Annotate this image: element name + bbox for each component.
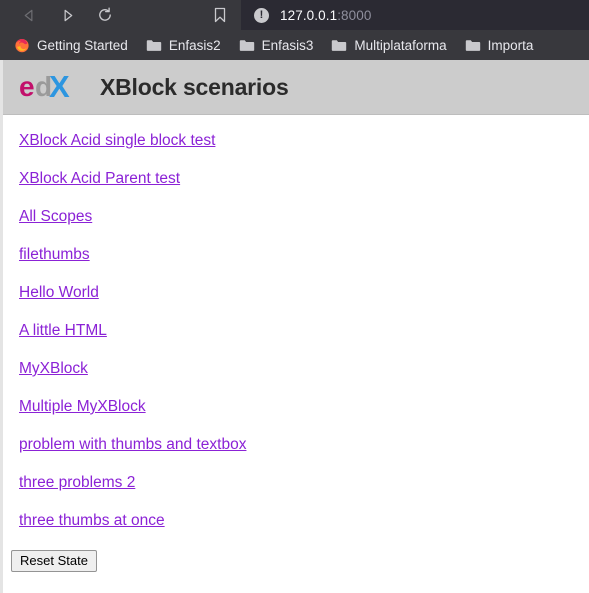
scenario-link[interactable]: A little HTML bbox=[19, 322, 107, 340]
url-host: 127.0.0.1 bbox=[280, 7, 338, 23]
insecure-warning-icon[interactable]: ! bbox=[254, 7, 269, 23]
scenario-link[interactable]: problem with thumbs and textbox bbox=[19, 436, 246, 454]
bookmark-label: Enfasis3 bbox=[261, 37, 314, 53]
scenario-link[interactable]: three thumbs at once bbox=[19, 512, 165, 530]
url-bar[interactable]: ! 127.0.0.1:8000 bbox=[241, 0, 589, 30]
scenario-link[interactable]: filethumbs bbox=[19, 246, 90, 264]
bookmarks-toolbar: Getting Started Enfasis2 Enfasis3 Multip… bbox=[0, 30, 589, 60]
reload-icon bbox=[99, 7, 111, 21]
page-title: XBlock scenarios bbox=[100, 73, 289, 100]
scenario-link[interactable]: three problems 2 bbox=[19, 474, 135, 492]
bookmark-getting-started[interactable]: Getting Started bbox=[14, 37, 128, 53]
bookmark-label: Getting Started bbox=[37, 37, 128, 53]
folder-icon bbox=[332, 39, 347, 51]
browser-chrome: ! 127.0.0.1:8000 Getting Started Enfasis… bbox=[0, 0, 589, 60]
reset-state-container: Reset State bbox=[11, 550, 97, 572]
bookmark-importa[interactable]: Importa bbox=[465, 37, 534, 53]
url-port: :8000 bbox=[337, 7, 372, 23]
folder-icon bbox=[239, 39, 254, 51]
insecure-warning-glyph: ! bbox=[259, 8, 264, 21]
scenario-link[interactable]: XBlock Acid single block test bbox=[19, 132, 215, 150]
reload-button[interactable] bbox=[88, 1, 122, 29]
edx-logo: e d X bbox=[20, 71, 70, 103]
scenario-link[interactable]: Multiple MyXBlock bbox=[19, 398, 146, 416]
url-text: 127.0.0.1:8000 bbox=[280, 8, 372, 23]
page-content: e d X XBlock scenarios XBlock Acid singl… bbox=[0, 60, 589, 593]
bookmark-label: Importa bbox=[487, 37, 534, 53]
scenario-list: XBlock Acid single block test XBlock Aci… bbox=[3, 115, 589, 530]
page-header: e d X XBlock scenarios bbox=[3, 60, 589, 115]
svg-text:X: X bbox=[49, 71, 70, 103]
back-button[interactable] bbox=[12, 1, 46, 29]
folder-icon bbox=[146, 39, 162, 51]
bookmark-multiplataforma[interactable]: Multiplataforma bbox=[331, 37, 447, 53]
bookmark-label: Multiplataforma bbox=[354, 37, 447, 53]
scenario-link[interactable]: MyXBlock bbox=[19, 360, 88, 378]
firefox-icon bbox=[15, 39, 29, 53]
scenario-link[interactable]: XBlock Acid Parent test bbox=[19, 170, 180, 188]
forward-button[interactable] bbox=[50, 1, 84, 29]
back-arrow-icon bbox=[24, 9, 32, 21]
browser-navigation-bar: ! 127.0.0.1:8000 bbox=[0, 0, 589, 30]
bookmark-icon bbox=[214, 7, 226, 22]
bookmark-enfasis3[interactable]: Enfasis3 bbox=[239, 37, 314, 53]
scenario-link[interactable]: All Scopes bbox=[19, 208, 92, 226]
bookmark-enfasis2[interactable]: Enfasis2 bbox=[146, 38, 221, 53]
folder-icon bbox=[465, 39, 480, 51]
bookmark-page-button[interactable] bbox=[208, 4, 232, 26]
scenario-link[interactable]: Hello World bbox=[19, 284, 99, 302]
forward-arrow-icon bbox=[64, 9, 72, 21]
bookmark-label: Enfasis2 bbox=[168, 37, 221, 53]
svg-text:e: e bbox=[20, 71, 35, 102]
reset-state-button[interactable]: Reset State bbox=[11, 550, 97, 572]
